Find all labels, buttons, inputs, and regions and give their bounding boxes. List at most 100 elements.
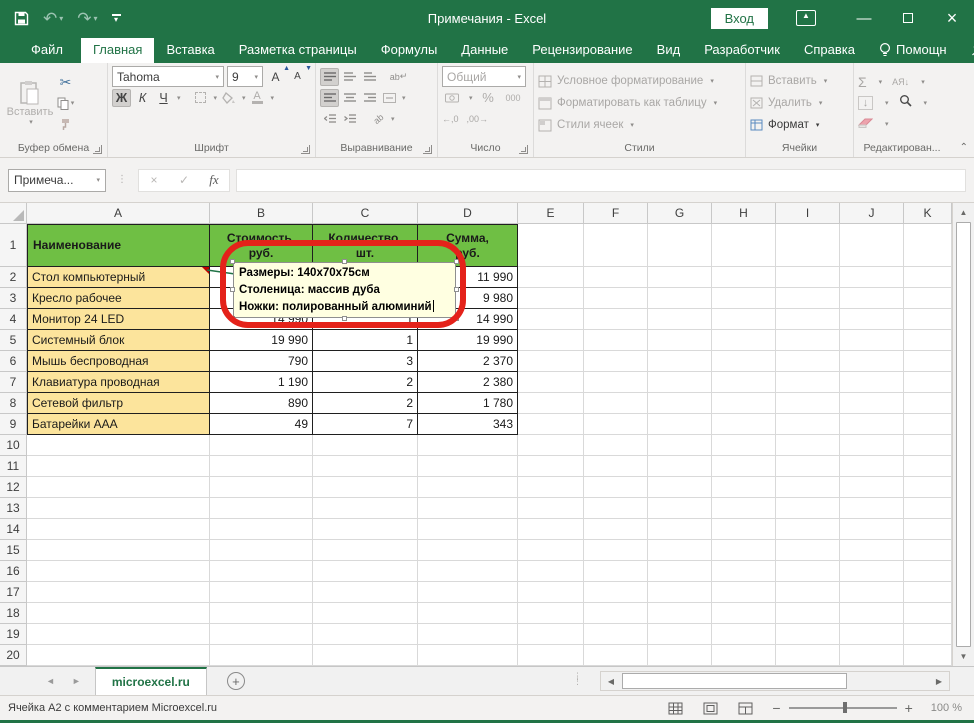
comment-resize-handle[interactable] <box>230 316 235 321</box>
row-header-2[interactable]: 2 <box>0 267 27 288</box>
cell-A16[interactable] <box>27 561 210 582</box>
cell-A19[interactable] <box>27 624 210 645</box>
cell-I5[interactable] <box>776 330 840 351</box>
cell-I19[interactable] <box>776 624 840 645</box>
horizontal-scrollbar[interactable]: ◀ ▶ <box>600 671 950 691</box>
fill-color-icon[interactable] <box>219 89 238 107</box>
currency-format-icon[interactable] <box>442 89 461 107</box>
row-header-19[interactable]: 19 <box>0 624 27 645</box>
cell-E12[interactable] <box>518 477 584 498</box>
increase-decimal-icon[interactable]: ←,0 <box>442 114 459 124</box>
align-middle-icon[interactable] <box>340 68 359 86</box>
cell-H9[interactable] <box>712 414 776 435</box>
cell-G20[interactable] <box>648 645 712 666</box>
bold-button[interactable]: Ж <box>112 89 131 107</box>
cell-E16[interactable] <box>518 561 584 582</box>
cell-G16[interactable] <box>648 561 712 582</box>
cell-H13[interactable] <box>712 498 776 519</box>
row-header-1[interactable]: 1 <box>0 224 27 267</box>
cell-E5[interactable] <box>518 330 584 351</box>
cell-B11[interactable] <box>210 456 313 477</box>
cell-J1[interactable] <box>840 224 904 267</box>
row-header-6[interactable]: 6 <box>0 351 27 372</box>
cell-C8[interactable]: 2 <box>313 393 418 414</box>
cell-B15[interactable] <box>210 540 313 561</box>
cell-E15[interactable] <box>518 540 584 561</box>
cell-J12[interactable] <box>840 477 904 498</box>
cell-A6[interactable]: Мышь беспроводная <box>27 351 210 372</box>
format-cells-button[interactable]: Формат▾ <box>750 115 849 135</box>
row-header-12[interactable]: 12 <box>0 477 27 498</box>
cell-K16[interactable] <box>904 561 952 582</box>
comment-resize-handle[interactable] <box>342 316 347 321</box>
cell-J3[interactable] <box>840 288 904 309</box>
cell-J4[interactable] <box>840 309 904 330</box>
cell-D7[interactable]: 2 380 <box>418 372 518 393</box>
cell-A11[interactable] <box>27 456 210 477</box>
cell-A20[interactable] <box>27 645 210 666</box>
conditional-formatting-button[interactable]: Условное форматирование▾ <box>538 71 741 91</box>
row-header-16[interactable]: 16 <box>0 561 27 582</box>
align-bottom-icon[interactable] <box>360 68 379 86</box>
cell-F1[interactable] <box>584 224 648 267</box>
cell-F15[interactable] <box>584 540 648 561</box>
cell-D15[interactable] <box>418 540 518 561</box>
cell-J6[interactable] <box>840 351 904 372</box>
ribbon-display-options-icon[interactable]: ▲ <box>796 10 816 26</box>
cell-E13[interactable] <box>518 498 584 519</box>
cell-D20[interactable] <box>418 645 518 666</box>
row-header-17[interactable]: 17 <box>0 582 27 603</box>
cell-E6[interactable] <box>518 351 584 372</box>
cell-B8[interactable]: 890 <box>210 393 313 414</box>
cell-E8[interactable] <box>518 393 584 414</box>
cell-E14[interactable] <box>518 519 584 540</box>
cell-C18[interactable] <box>313 603 418 624</box>
cell-H1[interactable] <box>712 224 776 267</box>
underline-dropdown[interactable]: ▾ <box>177 94 181 102</box>
font-color-icon[interactable]: А <box>248 89 267 107</box>
cell-J15[interactable] <box>840 540 904 561</box>
ribbon-tab-7[interactable]: Вид <box>645 38 693 63</box>
minimize-button[interactable]: — <box>842 0 886 36</box>
cell-B1[interactable]: Стоимость,руб. <box>210 224 313 267</box>
percent-format-icon[interactable]: % <box>479 89 498 107</box>
cell-C17[interactable] <box>313 582 418 603</box>
ribbon-tab-10[interactable]: Помощн <box>867 38 959 63</box>
number-format-combobox[interactable]: Общий▾ <box>442 66 526 87</box>
cell-G7[interactable] <box>648 372 712 393</box>
cell-F18[interactable] <box>584 603 648 624</box>
cell-I15[interactable] <box>776 540 840 561</box>
cell-G2[interactable] <box>648 267 712 288</box>
cell-F17[interactable] <box>584 582 648 603</box>
align-left-icon[interactable] <box>320 89 339 107</box>
formula-input[interactable] <box>236 169 966 192</box>
comment-resize-handle[interactable] <box>342 259 347 264</box>
cell-A13[interactable] <box>27 498 210 519</box>
sign-in-button[interactable]: Вход <box>711 8 768 29</box>
cell-I7[interactable] <box>776 372 840 393</box>
page-layout-view-icon[interactable] <box>702 701 719 716</box>
cell-D8[interactable]: 1 780 <box>418 393 518 414</box>
ribbon-tab-1[interactable]: Главная <box>81 38 154 63</box>
cell-A14[interactable] <box>27 519 210 540</box>
cell-C9[interactable]: 7 <box>313 414 418 435</box>
column-header-F[interactable]: F <box>584 203 648 224</box>
cell-A3[interactable]: Кресло рабочее <box>27 288 210 309</box>
cell-E10[interactable] <box>518 435 584 456</box>
cell-J17[interactable] <box>840 582 904 603</box>
cut-icon[interactable]: ✂ <box>56 73 75 91</box>
align-top-icon[interactable] <box>320 68 339 86</box>
cell-K14[interactable] <box>904 519 952 540</box>
cell-B19[interactable] <box>210 624 313 645</box>
cell-G11[interactable] <box>648 456 712 477</box>
cell-K6[interactable] <box>904 351 952 372</box>
thousands-format-icon[interactable]: 000 <box>504 89 523 107</box>
cell-J10[interactable] <box>840 435 904 456</box>
cell-I18[interactable] <box>776 603 840 624</box>
sheet-tab-active[interactable]: microexcel.ru <box>95 667 207 695</box>
row-header-11[interactable]: 11 <box>0 456 27 477</box>
cell-I13[interactable] <box>776 498 840 519</box>
comment-resize-handle[interactable] <box>454 287 459 292</box>
cell-I11[interactable] <box>776 456 840 477</box>
cell-B7[interactable]: 1 190 <box>210 372 313 393</box>
